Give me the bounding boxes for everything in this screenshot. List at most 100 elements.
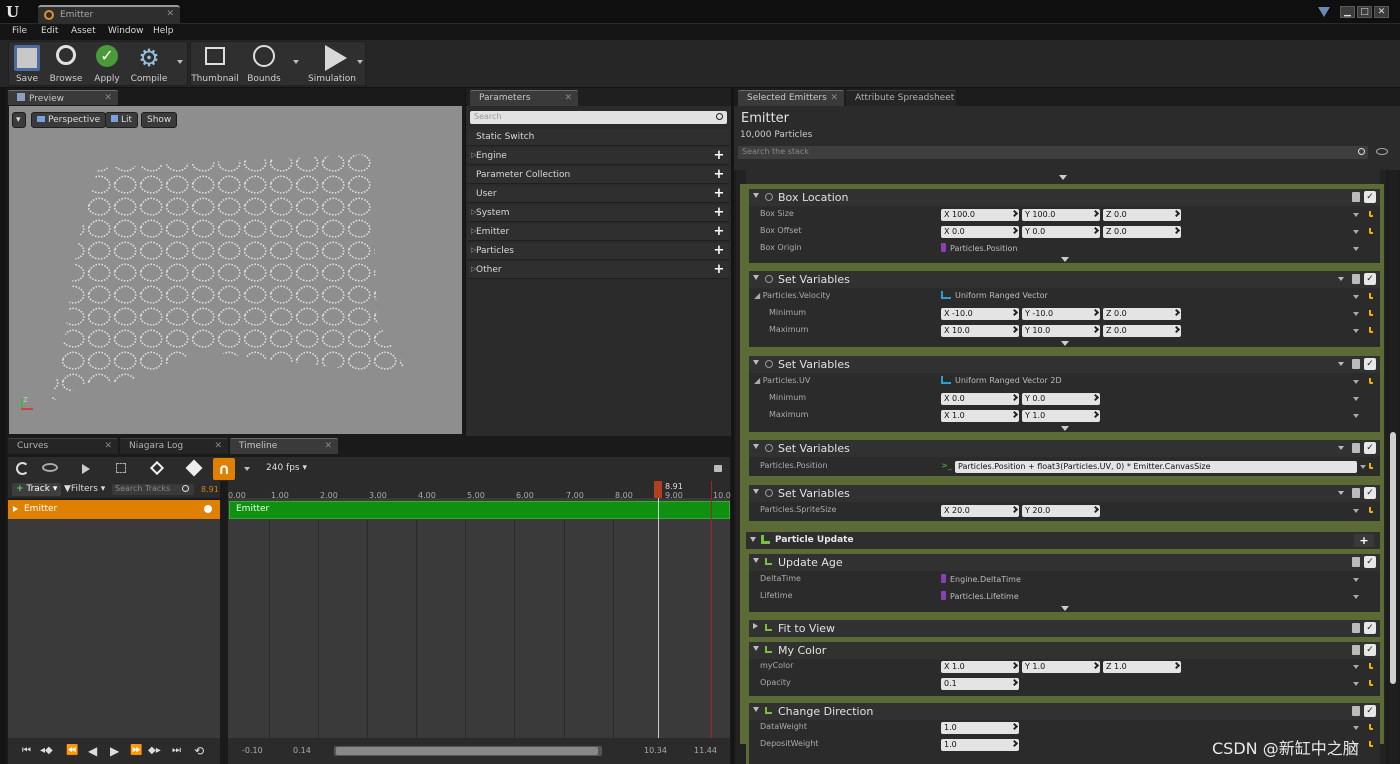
reset-arrow-icon[interactable] xyxy=(1369,327,1373,333)
minimize-button[interactable]: ▁ xyxy=(1340,6,1355,18)
module-dropdown-icon[interactable] xyxy=(1338,362,1344,366)
row-dropdown-icon[interactable] xyxy=(1353,595,1359,599)
compile-button[interactable]: ⚙ Compile xyxy=(129,42,169,87)
enable-checkbox[interactable]: ✓ xyxy=(1364,705,1376,717)
uv-min-y-field[interactable]: Y 0.0 xyxy=(1022,393,1100,405)
loop-icon[interactable]: ⟲ xyxy=(194,744,204,758)
add-user-icon[interactable]: + xyxy=(713,187,725,200)
emitter-track-row[interactable]: Emitter xyxy=(8,500,220,519)
box-offset-z-field[interactable]: Z 0.0 xyxy=(1103,226,1181,238)
to-end-icon[interactable]: ⏭ xyxy=(172,745,181,756)
close-window-button[interactable]: ✕ xyxy=(1374,6,1389,18)
selection-icon[interactable] xyxy=(116,463,126,473)
row-dropdown-icon[interactable] xyxy=(1353,509,1359,513)
add-emitter-icon[interactable]: + xyxy=(713,225,725,238)
tab-selected-emitters[interactable]: Selected Emitters ✕ xyxy=(738,90,844,106)
data-weight-field[interactable]: 1.0 xyxy=(941,722,1019,734)
my-color-y-field[interactable]: Y 1.0 xyxy=(1022,661,1100,673)
play-icon[interactable]: ▶ xyxy=(110,744,119,758)
tab-curves[interactable]: Curves ✕ xyxy=(8,438,118,454)
add-particles-icon[interactable]: + xyxy=(713,244,725,257)
sprite-size-y-field[interactable]: Y 20.0 xyxy=(1022,505,1100,517)
module-header[interactable]: Change Direction ✓ xyxy=(749,703,1380,720)
range-start-label[interactable]: -0.10 xyxy=(242,746,263,755)
box-offset-y-field[interactable]: Y 0.0 xyxy=(1022,226,1100,238)
velocity-min-y-field[interactable]: Y -10.0 xyxy=(1022,308,1100,320)
velocity-max-z-field[interactable]: Z 0.0 xyxy=(1103,325,1181,337)
row-dropdown-icon[interactable] xyxy=(1353,665,1359,669)
simulation-options-chevron-icon[interactable] xyxy=(357,60,363,64)
lifetime-link[interactable]: Particles.Lifetime xyxy=(941,591,1019,601)
add-system-icon[interactable]: + xyxy=(713,206,725,219)
param-category-other[interactable]: ▷ Other + xyxy=(468,262,729,279)
reset-arrow-icon[interactable] xyxy=(1369,293,1373,299)
close-timeline-icon[interactable]: ✕ xyxy=(324,441,332,451)
row-dropdown-icon[interactable] xyxy=(1353,380,1359,384)
row-dropdown-icon[interactable] xyxy=(1353,312,1359,316)
close-curves-icon[interactable]: ✕ xyxy=(104,441,112,451)
visibility-eye-icon[interactable] xyxy=(1376,148,1388,155)
reset-arrow-icon[interactable] xyxy=(1369,378,1373,384)
uv-max-x-field[interactable]: X 1.0 xyxy=(941,410,1019,422)
my-color-z-field[interactable]: Z 1.0 xyxy=(1103,661,1181,673)
velocity-min-z-field[interactable]: Z 0.0 xyxy=(1103,308,1181,320)
module-header[interactable]: Set Variables ✓ xyxy=(749,440,1380,457)
enable-checkbox[interactable]: ✓ xyxy=(1364,273,1376,285)
compile-options-chevron-icon[interactable] xyxy=(177,60,183,64)
tab-niagara-log[interactable]: Niagara Log ✕ xyxy=(120,438,228,454)
stack-search-input[interactable]: Search the stack xyxy=(738,146,1368,159)
row-dropdown-icon[interactable] xyxy=(1353,726,1359,730)
menu-file[interactable]: File xyxy=(12,26,27,36)
range-out-label[interactable]: 10.34 xyxy=(644,746,667,755)
module-dropdown-icon[interactable] xyxy=(1338,277,1344,281)
enable-checkbox[interactable]: ✓ xyxy=(1364,191,1376,203)
trash-icon[interactable] xyxy=(1352,192,1360,202)
row-dropdown-icon[interactable] xyxy=(1353,230,1359,234)
reset-arrow-icon[interactable] xyxy=(1369,724,1373,730)
snap-magnet-button[interactable]: ∩ xyxy=(213,458,235,480)
reset-arrow-icon[interactable] xyxy=(1369,507,1373,513)
trash-icon[interactable] xyxy=(1352,488,1360,498)
parameters-search-input[interactable]: Search xyxy=(470,111,727,124)
save-button[interactable]: Save xyxy=(9,42,45,87)
velocity-function-link[interactable]: Uniform Ranged Vector xyxy=(941,291,1048,300)
key-icon[interactable] xyxy=(149,460,165,476)
play-reverse-icon[interactable]: ◀ xyxy=(88,744,97,758)
simulation-button[interactable]: Simulation xyxy=(303,42,361,87)
param-category-system[interactable]: ▷ System + xyxy=(468,205,729,222)
reset-arrow-icon[interactable] xyxy=(1369,680,1373,686)
box-size-z-field[interactable]: Z 0.0 xyxy=(1103,209,1181,221)
tab-parameters[interactable]: Parameters ✕ xyxy=(470,90,578,106)
menu-window[interactable]: Window xyxy=(108,26,144,36)
snap-options-chevron-icon[interactable] xyxy=(244,467,250,471)
range-in-label[interactable]: 0.14 xyxy=(293,746,311,755)
param-category-particles[interactable]: ▷ Particles + xyxy=(468,243,729,260)
refresh-icon[interactable] xyxy=(16,462,29,475)
close-selected-emitters-icon[interactable]: ✕ xyxy=(830,93,838,103)
view-eye-icon[interactable] xyxy=(42,463,58,472)
document-tab[interactable]: Emitter ✕ xyxy=(38,5,180,24)
playhead-handle[interactable] xyxy=(654,481,662,498)
param-category-emitter[interactable]: ▷ Emitter + xyxy=(468,224,729,241)
row-dropdown-icon[interactable] xyxy=(1353,213,1359,217)
add-collection-icon[interactable]: + xyxy=(713,168,725,181)
module-header[interactable]: Set Variables ✓ xyxy=(749,356,1380,373)
close-tab-icon[interactable]: ✕ xyxy=(166,9,174,19)
velocity-min-x-field[interactable]: X -10.0 xyxy=(941,308,1019,320)
menu-asset[interactable]: Asset xyxy=(71,26,96,36)
browse-button[interactable]: Browse xyxy=(47,42,85,87)
box-offset-x-field[interactable]: X 0.0 xyxy=(941,226,1019,238)
add-module-button[interactable]: + xyxy=(1354,534,1374,547)
reset-arrow-icon[interactable] xyxy=(1369,211,1373,217)
next-key-icon[interactable]: ◆▸ xyxy=(148,745,161,756)
to-start-icon[interactable]: ⏮ xyxy=(22,745,31,756)
range-end-label[interactable]: 11.44 xyxy=(694,746,717,755)
auto-key-icon[interactable] xyxy=(185,459,203,477)
box-origin-link[interactable]: Particles.Position xyxy=(941,243,1017,253)
module-header[interactable]: Fit to View ✓ xyxy=(749,620,1380,637)
filters-button[interactable]: ▼Filters ▾ xyxy=(64,484,105,494)
param-category-engine[interactable]: ▷ Engine + xyxy=(468,148,729,165)
enable-checkbox[interactable]: ✓ xyxy=(1364,556,1376,568)
fps-dropdown[interactable]: 240 fps ▾ xyxy=(266,463,307,473)
uv-function-link[interactable]: Uniform Ranged Vector 2D xyxy=(941,376,1062,385)
